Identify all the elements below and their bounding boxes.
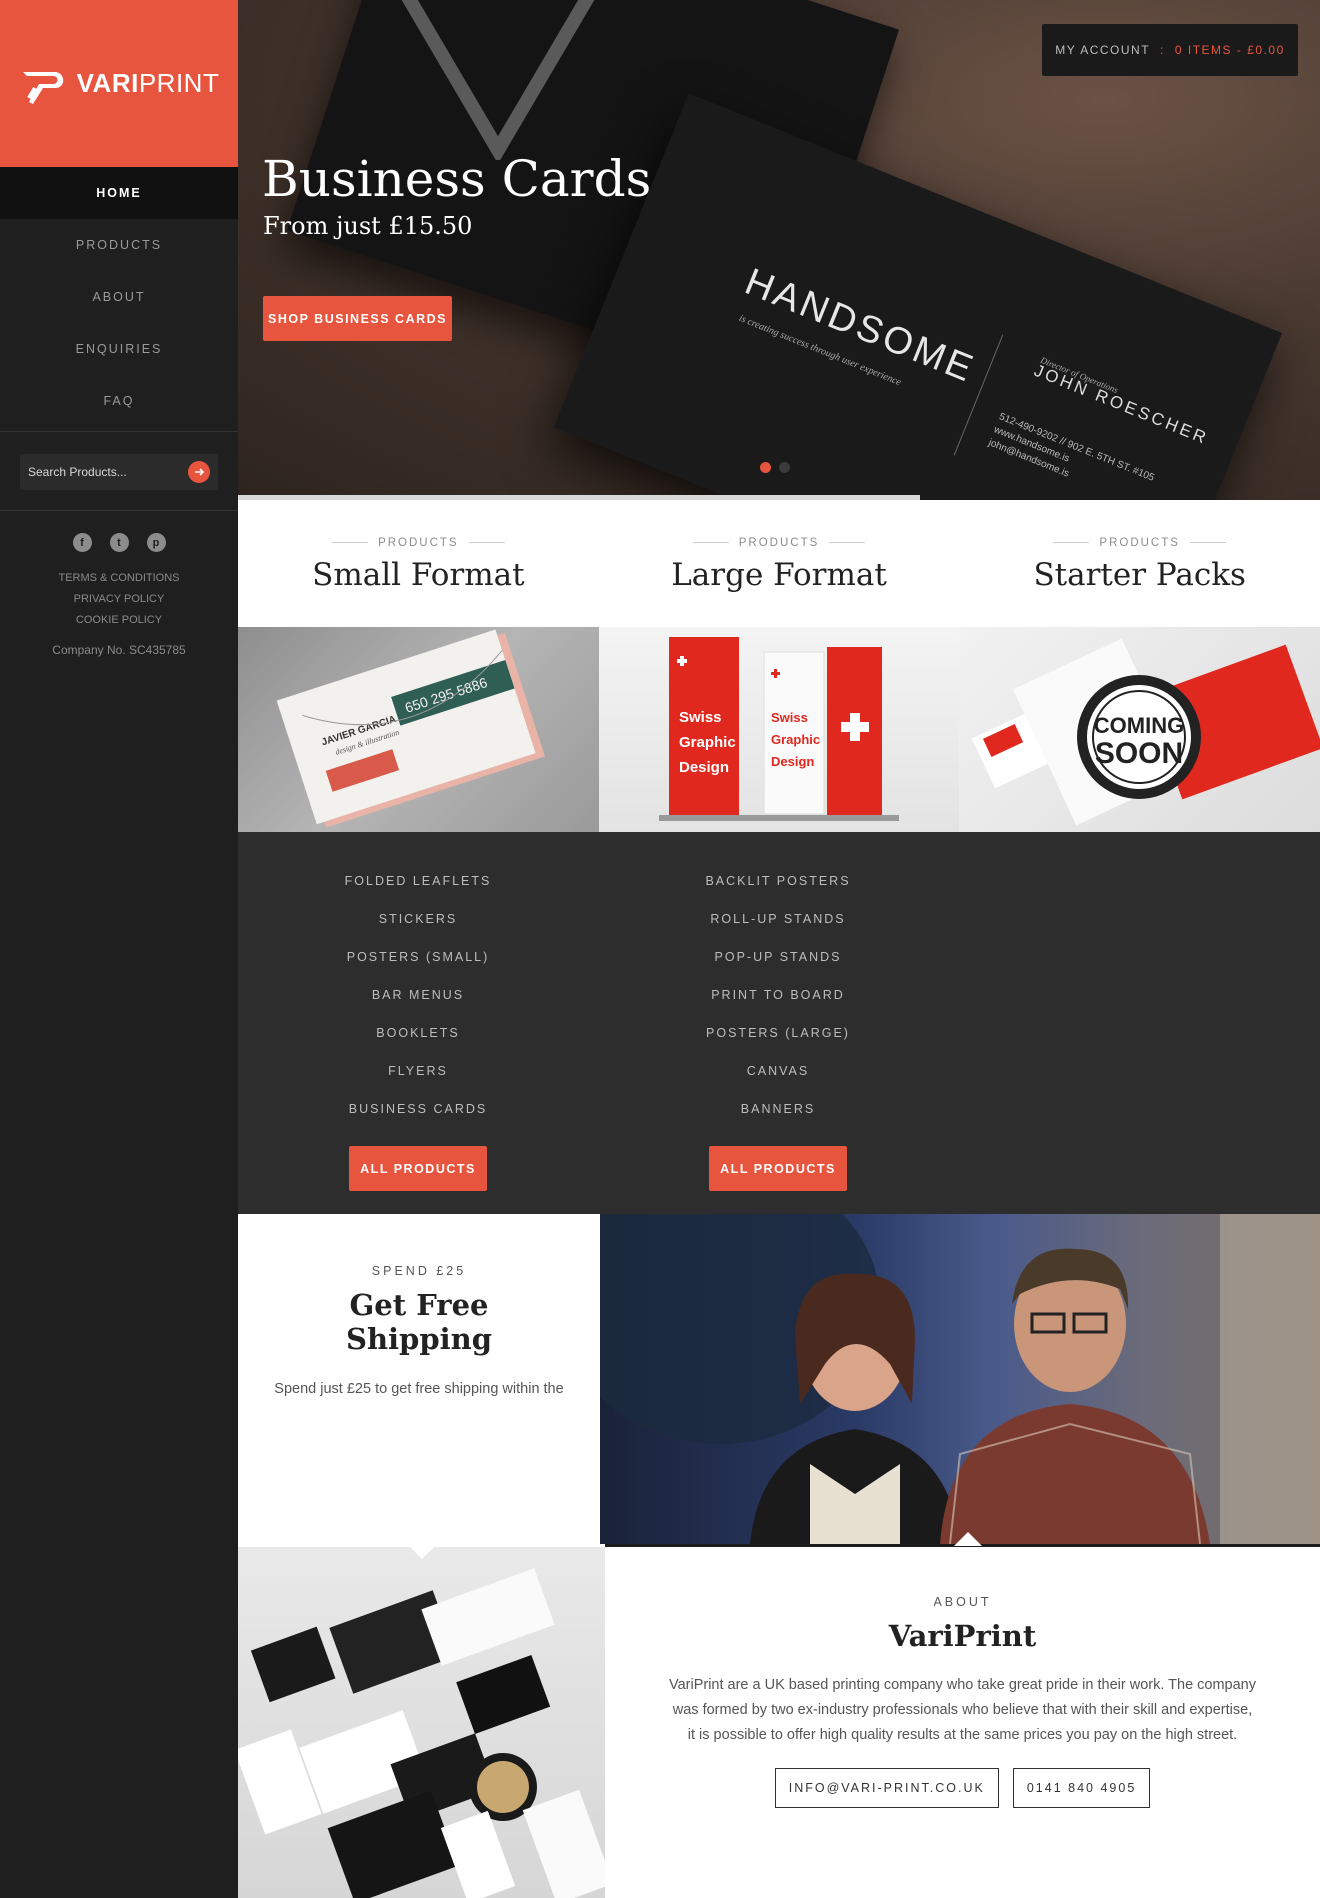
- product-lists: FOLDED LEAFLETS STICKERS POSTERS (SMALL)…: [238, 832, 1320, 1214]
- free-shipping-panel: SPEND £25 Get Free Shipping Spend just £…: [238, 1214, 600, 1449]
- product-link[interactable]: BANNERS: [598, 1090, 958, 1128]
- product-link[interactable]: BAR MENUS: [238, 976, 598, 1014]
- facebook-icon[interactable]: f: [72, 533, 92, 552]
- product-link[interactable]: CANVAS: [598, 1052, 958, 1090]
- privacy-link[interactable]: PRIVACY POLICY: [0, 589, 238, 610]
- product-link[interactable]: STICKERS: [238, 900, 598, 938]
- category-kicker: PRODUCTS: [1053, 537, 1226, 549]
- account-separator: :: [1160, 43, 1165, 57]
- hero-subtitle: From just £15.50: [263, 212, 473, 240]
- my-account-link[interactable]: MY ACCOUNT: [1055, 43, 1150, 57]
- all-products-button-large[interactable]: ALL PRODUCTS: [709, 1146, 847, 1191]
- search-input[interactable]: [28, 465, 188, 479]
- category-title: Starter Packs: [1033, 556, 1246, 593]
- nav-item-products[interactable]: PRODUCTS: [0, 219, 238, 271]
- account-bar: MY ACCOUNT : 0 ITEMS - £0.00: [1042, 24, 1298, 76]
- svg-text:Graphic: Graphic: [771, 732, 820, 747]
- svg-text:Graphic: Graphic: [679, 734, 736, 751]
- phone-button[interactable]: 0141 840 4905: [1012, 1768, 1151, 1808]
- nav-item-faq[interactable]: FAQ: [0, 375, 238, 427]
- product-link[interactable]: POSTERS (SMALL): [238, 938, 598, 976]
- contact-buttons: INFO@VARI-PRINT.CO.UK 0141 840 4905: [605, 1768, 1320, 1808]
- search-submit-button[interactable]: [188, 461, 210, 483]
- notch-up-arrow: [954, 1532, 982, 1546]
- product-link[interactable]: BACKLIT POSTERS: [598, 862, 958, 900]
- category-kicker: PRODUCTS: [693, 537, 866, 549]
- cookie-link[interactable]: COOKIE POLICY: [0, 610, 238, 631]
- product-link[interactable]: POSTERS (LARGE): [598, 1014, 958, 1052]
- about-kicker: ABOUT: [933, 1595, 992, 1609]
- svg-text:Design: Design: [771, 754, 814, 769]
- category-images: 650 295 5886 JAVIER GARCIA design & illu…: [238, 627, 1320, 832]
- about-text: VariPrint are a UK based printing compan…: [668, 1677, 1256, 1743]
- cart-link[interactable]: 0 ITEMS - £0.00: [1175, 43, 1285, 57]
- rollup-banners-illustration: Swiss Graphic Design Swiss Graphic Desig…: [658, 637, 899, 821]
- coming-soon-illustration: COMING SOON: [972, 638, 1320, 826]
- legal-links: TERMS & CONDITIONS PRIVACY POLICY COOKIE…: [0, 568, 238, 631]
- product-link[interactable]: ROLL-UP STANDS: [598, 900, 958, 938]
- starter-packs-image[interactable]: COMING SOON: [959, 627, 1320, 832]
- main-nav: HOME PRODUCTS ABOUT ENQUIRIES FAQ: [0, 167, 238, 427]
- triangle-emboss-icon: [401, 0, 595, 160]
- email-button[interactable]: INFO@VARI-PRINT.CO.UK: [774, 1768, 999, 1808]
- shipping-panel-bottom: [238, 1407, 605, 1547]
- product-link[interactable]: FOLDED LEAFLETS: [238, 862, 598, 900]
- large-format-list: BACKLIT POSTERS ROLL-UP STANDS POP-UP ST…: [598, 832, 958, 1214]
- slider-dot-1[interactable]: [760, 462, 771, 473]
- business-card-illustration: 650 295 5886 JAVIER GARCIA design & illu…: [276, 629, 546, 828]
- search-section: [0, 432, 238, 511]
- large-format-image[interactable]: Swiss Graphic Design Swiss Graphic Desig…: [598, 627, 960, 832]
- slider-dots: [760, 462, 790, 473]
- arrow-right-icon: [195, 468, 205, 476]
- twitter-icon[interactable]: t: [109, 533, 129, 552]
- product-link[interactable]: POP-UP STANDS: [598, 938, 958, 976]
- about-panel: ABOUT VariPrint VariPrint are a UK based…: [605, 1547, 1320, 1898]
- svg-text:Swiss: Swiss: [679, 709, 722, 726]
- logo-mark-icon: [22, 71, 63, 104]
- small-format-list: FOLDED LEAFLETS STICKERS POSTERS (SMALL)…: [238, 832, 598, 1214]
- category-title: Large Format: [671, 556, 887, 593]
- main-content: HANDSOME is creating success through use…: [238, 0, 1320, 1898]
- svg-text:SOON: SOON: [1095, 737, 1183, 770]
- product-link[interactable]: FLYERS: [238, 1052, 598, 1090]
- team-photo: [600, 1214, 1320, 1544]
- about-title: VariPrint: [888, 1619, 1037, 1653]
- product-link[interactable]: BUSINESS CARDS: [238, 1090, 598, 1128]
- team-photo-illustration: [600, 1214, 1320, 1544]
- company-number: Company No. SC435785: [52, 643, 186, 657]
- nav-item-enquiries[interactable]: ENQUIRIES: [0, 323, 238, 375]
- svg-text:Swiss: Swiss: [771, 710, 808, 725]
- shipping-title: Get Free Shipping: [346, 1288, 492, 1356]
- logo-text: VARIPRINT: [76, 68, 220, 98]
- shop-business-cards-button[interactable]: SHOP BUSINESS CARDS: [263, 296, 452, 341]
- sidebar: VARIPRINT HOME PRODUCTS ABOUT ENQUIRIES …: [0, 0, 238, 1898]
- hero-slider: HANDSOME is creating success through use…: [238, 0, 1320, 500]
- hero-title: Business Cards: [262, 150, 652, 208]
- category-headings: PRODUCTS Small Format PRODUCTS Large For…: [238, 500, 1320, 627]
- all-products-button-small[interactable]: ALL PRODUCTS: [349, 1146, 487, 1191]
- logo[interactable]: VARIPRINT: [0, 0, 238, 167]
- pinterest-icon[interactable]: p: [146, 533, 166, 552]
- terms-link[interactable]: TERMS & CONDITIONS: [0, 568, 238, 589]
- slider-dot-2[interactable]: [779, 462, 790, 473]
- category-starter-packs[interactable]: PRODUCTS Starter Packs: [959, 500, 1320, 627]
- shipping-kicker: SPEND £25: [371, 1264, 467, 1278]
- svg-text:COMING: COMING: [1094, 713, 1184, 738]
- social-links: f t p: [0, 533, 238, 552]
- notch-down-arrow: [408, 1545, 436, 1559]
- svg-text:Design: Design: [679, 759, 729, 776]
- search-box: [20, 454, 218, 490]
- category-large-format[interactable]: PRODUCTS Large Format: [599, 500, 960, 627]
- category-small-format[interactable]: PRODUCTS Small Format: [238, 500, 599, 627]
- nav-item-about[interactable]: ABOUT: [0, 271, 238, 323]
- category-kicker: PRODUCTS: [332, 537, 505, 549]
- product-link[interactable]: BOOKLETS: [238, 1014, 598, 1052]
- hero-card-front: [553, 93, 1283, 500]
- stationery-illustration: [238, 1568, 605, 1898]
- product-link[interactable]: PRINT TO BOARD: [598, 976, 958, 1014]
- small-format-image[interactable]: 650 295 5886 JAVIER GARCIA design & illu…: [238, 627, 599, 832]
- nav-item-home[interactable]: HOME: [0, 167, 238, 219]
- stationery-photo: [238, 1547, 605, 1898]
- category-title: Small Format: [312, 556, 525, 593]
